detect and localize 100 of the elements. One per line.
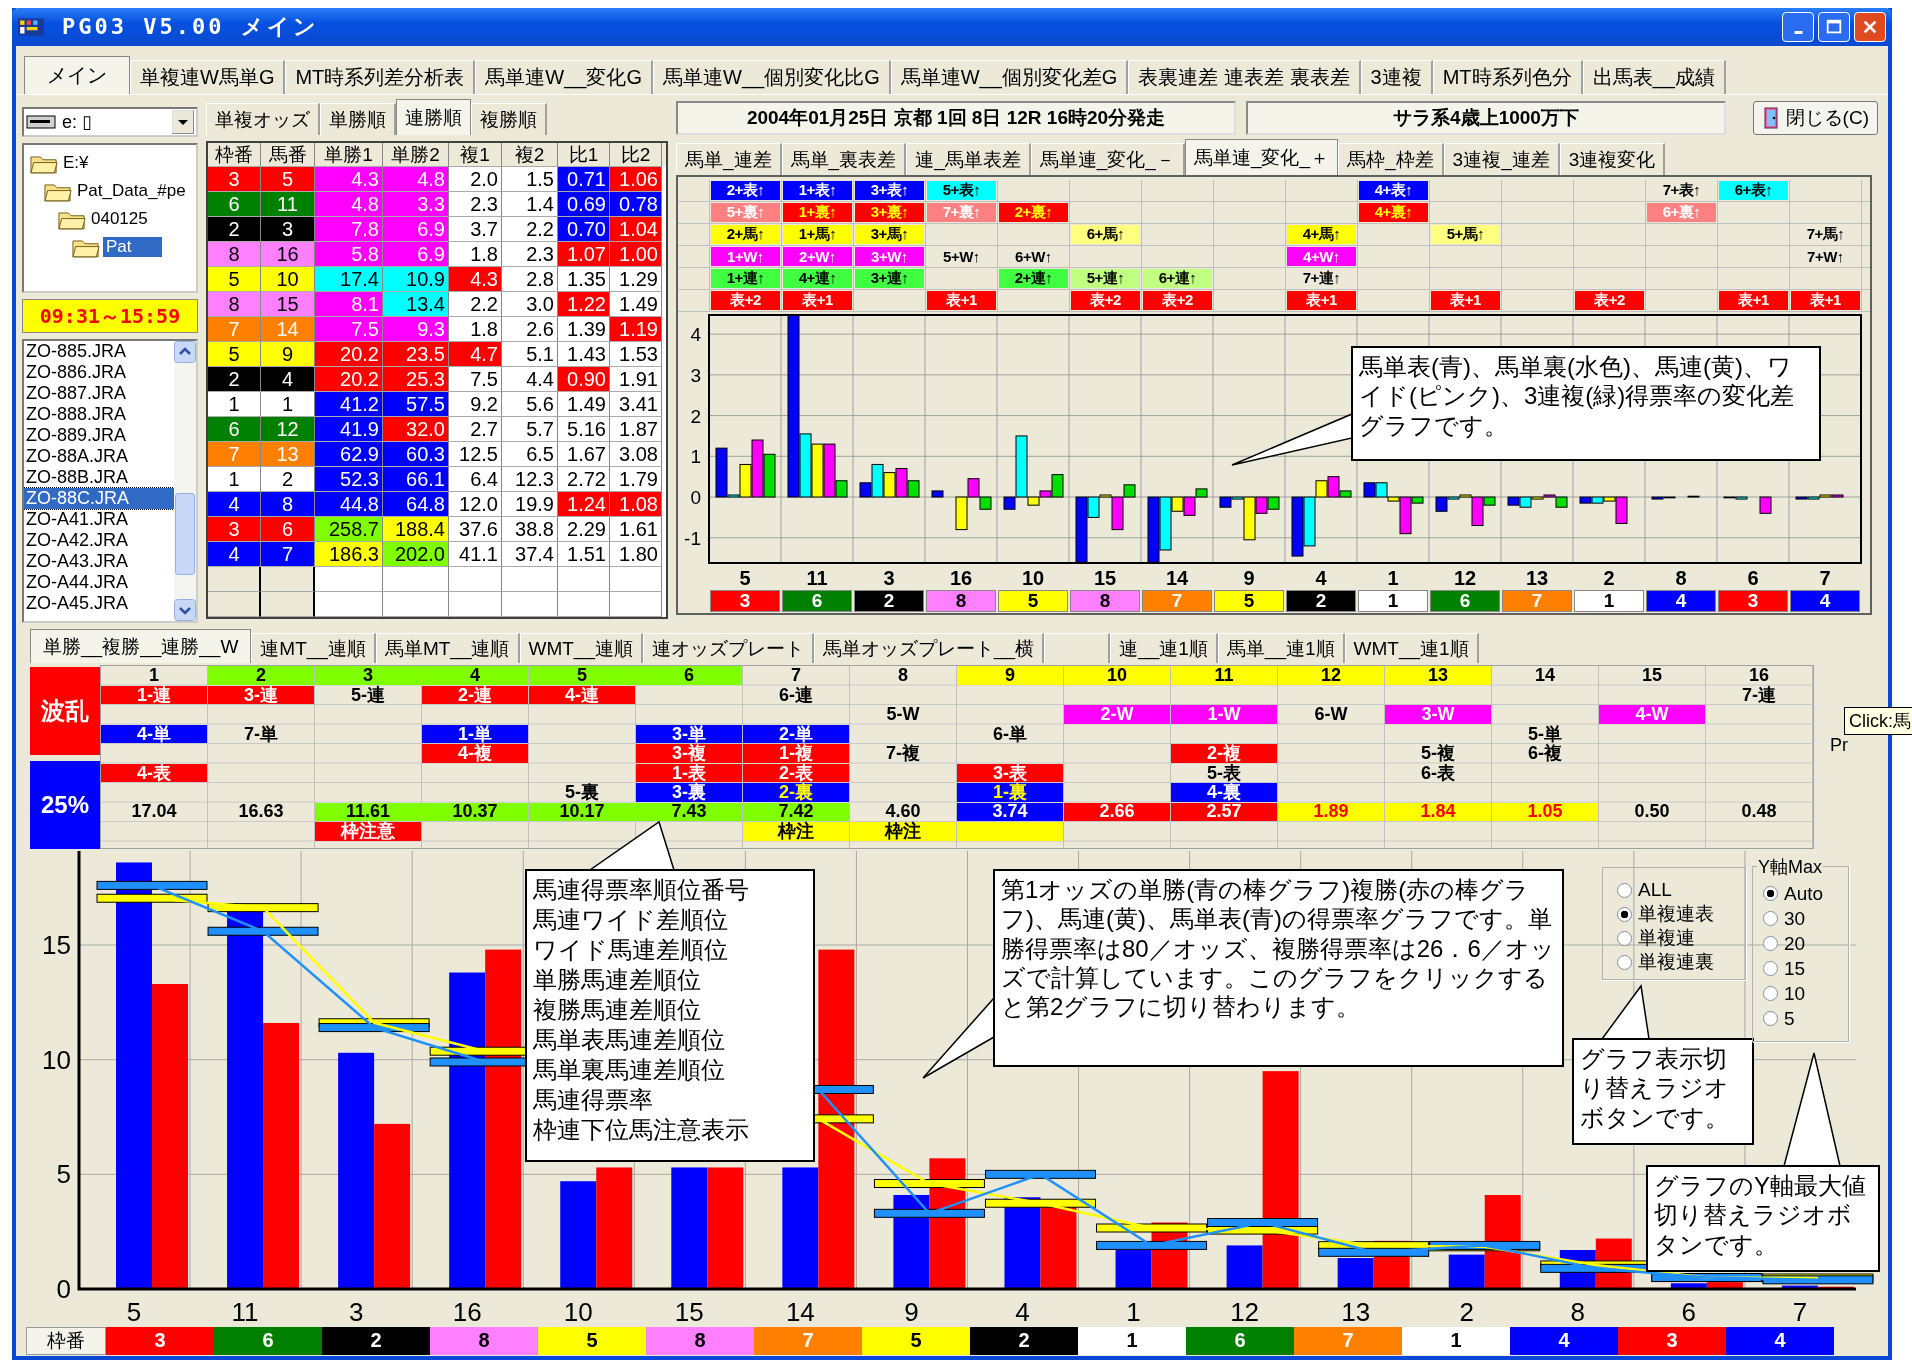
callout-line: 馬単表馬連差順位	[533, 1025, 726, 1055]
change-tag: 4+馬↑	[1287, 225, 1356, 244]
table-cell: 6	[208, 417, 261, 442]
table-cell: 2	[208, 217, 261, 242]
frame-label: 枠番	[26, 1327, 106, 1355]
change-tag: 2+馬↑	[711, 225, 780, 244]
table-cell: 4.7	[449, 342, 502, 367]
race-class: サラ系4歳上1000万下	[1246, 101, 1726, 135]
horse-number: 1	[1387, 567, 1399, 589]
table-cell: 6.4	[449, 467, 502, 492]
change-tag: 7+裏↑	[927, 203, 996, 222]
horse-number: 6	[1681, 1297, 1697, 1327]
horse-number: 16	[452, 1297, 482, 1327]
column-header: 比1	[558, 143, 610, 167]
table-cell: 2.29	[558, 517, 610, 542]
vote-rate: 16.63	[237, 802, 285, 821]
change-tag: 6+馬↑	[1071, 225, 1140, 244]
table-cell: 4.8	[383, 167, 449, 192]
vote-rate: 1.89	[1278, 802, 1384, 821]
change-tag: 表+2	[1071, 291, 1140, 310]
table-cell: 64.8	[383, 492, 449, 517]
table-cell: 1.07	[558, 242, 610, 267]
callout-line: 複勝馬連差順位	[533, 995, 702, 1025]
table-cell: 1.51	[558, 542, 610, 567]
table-cell: 9.3	[383, 317, 449, 342]
vote-rate: 7.43	[636, 802, 742, 821]
change-tag: 表+1	[1719, 291, 1788, 310]
column-header: 4	[422, 666, 528, 685]
column-header: 2	[208, 666, 314, 685]
rank-entry: 5-複	[1420, 744, 1456, 763]
frame-note: 枠注	[743, 822, 849, 841]
table-cell: 1.29	[610, 267, 662, 292]
table-cell: 3.7	[449, 217, 502, 242]
column-header: 14	[1534, 666, 1556, 685]
change-tag: 1+裏↑	[783, 203, 852, 222]
rank-entry: 4-W	[1599, 705, 1705, 724]
change-tag: 6+表↑	[1719, 181, 1788, 200]
column-header: 11	[1171, 666, 1277, 685]
table-cell: 3.08	[610, 442, 662, 467]
column-header: 1	[148, 666, 160, 685]
table-cell: 2.8	[502, 267, 558, 292]
frame-number: 1	[1574, 590, 1644, 612]
column-header: 馬番	[261, 143, 315, 167]
rank-entry: 5-裏	[564, 783, 600, 802]
horse-number: 2	[1603, 567, 1615, 589]
column-header: 単勝1	[315, 143, 383, 167]
rank-entry: 1-単	[422, 724, 528, 743]
column-header: 13	[1385, 666, 1491, 685]
table-cell: 37.4	[502, 542, 558, 567]
change-tag: 表+1	[1287, 291, 1356, 310]
rank-entry: 1-複	[743, 744, 849, 763]
frame-number: 8	[430, 1327, 538, 1355]
rank-entry: 5-単	[1527, 724, 1563, 743]
change-tag: 5+表↑	[927, 181, 996, 200]
rank-entry: 1-裏	[957, 783, 1063, 802]
change-tag: 2+W↑	[783, 247, 852, 266]
axis-tick-label: 5	[56, 1159, 71, 1190]
frame-number: 7	[1142, 590, 1212, 612]
change-tag: 4+表↑	[1359, 181, 1428, 200]
rank-entry: 4-複	[422, 744, 528, 763]
callout-line: 単勝馬連差順位	[533, 965, 702, 995]
rank-entry: 2-表	[743, 763, 849, 782]
frame-number: 3	[1718, 590, 1788, 612]
table-cell: 5	[208, 267, 261, 292]
frame-number: 2	[970, 1327, 1078, 1355]
table-cell: 11	[261, 192, 315, 217]
change-tag: 1+連↑	[711, 269, 780, 288]
change-tag: 7+馬↑	[1791, 225, 1860, 244]
frame-number: 4	[1790, 590, 1860, 612]
rank-entry: 4-裏	[1171, 783, 1277, 802]
rank-entry: 2-単	[743, 724, 849, 743]
table-cell: 5.16	[558, 417, 610, 442]
vote-rate: 0.50	[1633, 802, 1671, 821]
table-cell: 13	[261, 442, 315, 467]
tooltip: Click:馬	[1844, 707, 1912, 735]
table-cell: 5.7	[502, 417, 558, 442]
callout-line: 枠連下位馬注意表示	[533, 1115, 750, 1145]
table-cell: 1.00	[610, 242, 662, 267]
rank-entry: 7-複	[885, 744, 921, 763]
change-tag: 表+1	[783, 291, 852, 310]
column-header: 複1	[449, 143, 502, 167]
table-cell: 6.9	[383, 217, 449, 242]
vote-rate: 7.42	[743, 802, 849, 821]
table-cell: 5	[261, 167, 315, 192]
table-cell: 186.3	[315, 542, 383, 567]
grid-label: 25%	[30, 761, 100, 849]
table-cell: 8	[261, 492, 315, 517]
table-cell: 41.2	[315, 392, 383, 417]
table-cell: 1.08	[610, 492, 662, 517]
vote-rate: 1.84	[1385, 802, 1491, 821]
table-cell: 258.7	[315, 517, 383, 542]
axis-tick-label: 0	[56, 1274, 71, 1304]
table-cell: 4	[208, 492, 261, 517]
rank-entry: 4-連	[529, 685, 635, 704]
table-cell: 1.49	[610, 292, 662, 317]
table-cell: 9.2	[449, 392, 502, 417]
table-cell: 41.9	[315, 417, 383, 442]
callout-line: ワイド馬連差順位	[533, 935, 729, 965]
vote-rate: 4.60	[884, 802, 922, 821]
table-cell: 1.91	[610, 367, 662, 392]
